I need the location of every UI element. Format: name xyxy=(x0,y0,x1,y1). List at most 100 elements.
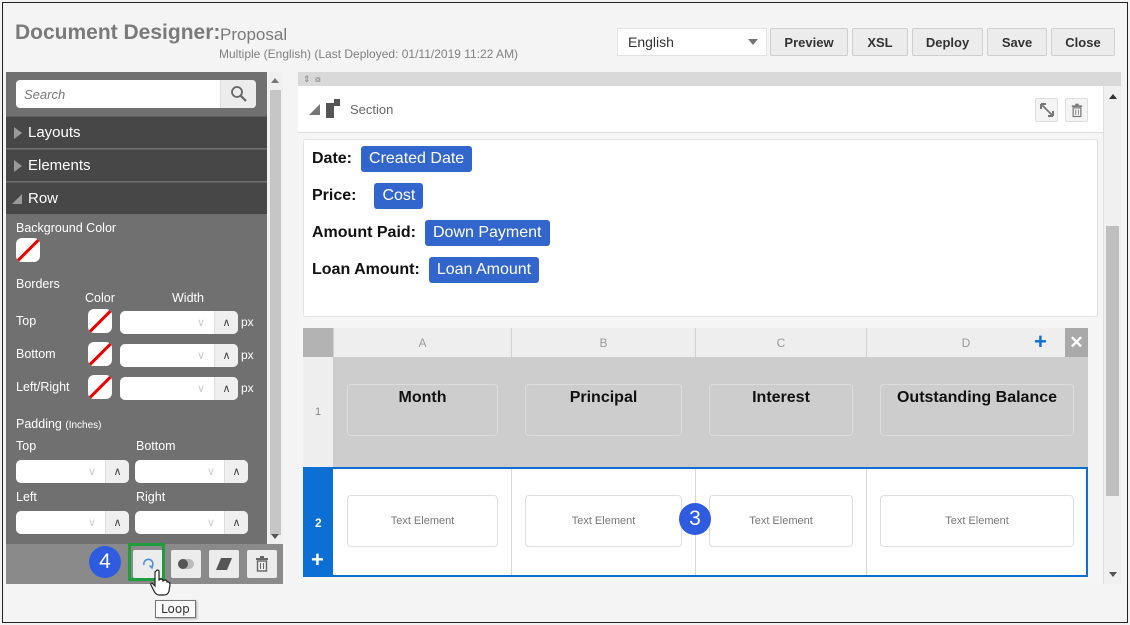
chevron-up-icon[interactable]: ∧ xyxy=(214,377,238,400)
padding-unit: (Inches) xyxy=(65,420,102,431)
deploy-status: Multiple (English) (Last Deployed: 01/11… xyxy=(219,47,519,61)
collapse-all-icon[interactable]: ⧇ xyxy=(315,73,321,85)
borders-label: Borders xyxy=(16,277,60,291)
column-header-b[interactable]: B xyxy=(511,328,695,357)
token-down-payment[interactable]: Down Payment xyxy=(425,220,550,246)
expand-collapse-icon[interactable]: ⇕ xyxy=(303,73,311,85)
chevron-up-icon[interactable]: ∧ xyxy=(105,460,129,483)
expand-icon xyxy=(1039,103,1054,117)
text-element[interactable]: Text Element xyxy=(525,495,682,547)
header-cell-principal[interactable]: Principal xyxy=(525,384,682,436)
table-corner[interactable] xyxy=(303,328,333,357)
app-window: Document Designer: Proposal Multiple (En… xyxy=(2,2,1128,623)
eraser-icon xyxy=(216,558,232,570)
callout-badge-3: 3 xyxy=(679,503,711,535)
delete-row-button[interactable] xyxy=(247,550,277,578)
border-bottom-width-stepper[interactable]: ∨ ∧ xyxy=(120,344,238,367)
text-element[interactable]: Text Element xyxy=(347,495,498,547)
add-column-icon[interactable]: + xyxy=(1034,331,1047,353)
accordion-layouts[interactable]: Layouts xyxy=(6,116,267,148)
background-color-swatch[interactable] xyxy=(16,238,40,262)
toggle-button[interactable] xyxy=(171,550,201,578)
chevron-up-icon[interactable]: ∧ xyxy=(214,344,238,367)
padding-top-label: Top xyxy=(16,439,37,453)
text-element[interactable]: Text Element xyxy=(709,495,853,547)
scroll-down-icon[interactable] xyxy=(1109,572,1117,577)
header-cell-outstanding-balance[interactable]: Outstanding Balance xyxy=(880,384,1074,436)
xsl-button[interactable]: XSL xyxy=(852,28,908,56)
section-label: Section xyxy=(350,102,394,117)
search-input[interactable] xyxy=(16,80,218,108)
border-bottom-color-swatch[interactable] xyxy=(88,342,112,366)
chevron-down-icon[interactable]: ∨ xyxy=(82,511,102,534)
padding-left-stepper[interactable]: ∨ ∧ xyxy=(16,511,129,534)
scroll-up-icon[interactable] xyxy=(1109,94,1117,99)
scroll-up-icon[interactable] xyxy=(271,78,279,83)
token-created-date[interactable]: Created Date xyxy=(361,146,473,172)
border-leftright-width-stepper[interactable]: ∨ ∧ xyxy=(120,377,238,400)
color-column-label: Color xyxy=(85,291,115,305)
sidebar-scrollbar[interactable] xyxy=(268,72,283,544)
expand-section-button[interactable] xyxy=(1035,98,1058,122)
chevron-down-icon xyxy=(748,39,758,45)
search-icon xyxy=(230,86,247,102)
chevron-down-icon[interactable]: ∨ xyxy=(201,511,221,534)
add-row-icon[interactable]: + xyxy=(311,549,324,571)
text-element[interactable]: Text Element xyxy=(880,495,1074,547)
trash-icon xyxy=(1071,103,1082,117)
row-number: 2 xyxy=(315,516,322,530)
row-header-1[interactable]: 1 xyxy=(303,357,333,467)
padding-bottom-stepper[interactable]: ∨ ∧ xyxy=(135,460,248,483)
chevron-up-icon[interactable]: ∧ xyxy=(224,511,248,534)
token-cost[interactable]: Cost xyxy=(374,183,424,209)
preview-button[interactable]: Preview xyxy=(770,28,848,56)
app-title: Document Designer: xyxy=(15,21,221,44)
collapse-triangle-icon[interactable] xyxy=(309,104,320,115)
row-header-2[interactable]: 2 + xyxy=(305,469,333,575)
chevron-up-icon[interactable]: ∧ xyxy=(224,460,248,483)
chevron-up-icon[interactable]: ∧ xyxy=(105,511,129,534)
border-top-width-stepper[interactable]: ∨ ∧ xyxy=(120,311,238,334)
close-button[interactable]: Close xyxy=(1051,28,1115,56)
table-grid: A B C D + ✕ 1 Month Principal Interest O… xyxy=(303,328,1088,577)
section-content: Date: Created Date Price: Cost Amount Pa… xyxy=(303,139,1098,317)
padding-top-stepper[interactable]: ∨ ∧ xyxy=(16,460,129,483)
delete-section-button[interactable] xyxy=(1065,98,1088,122)
accordion-label: Layouts xyxy=(28,124,81,141)
chevron-down-icon[interactable]: ∨ xyxy=(82,460,102,483)
save-button[interactable]: Save xyxy=(987,28,1047,56)
padding-right-label: Right xyxy=(136,490,166,504)
chevron-down-icon[interactable]: ∨ xyxy=(191,377,211,400)
scroll-down-icon[interactable] xyxy=(271,534,279,539)
unit-label: px xyxy=(241,348,254,362)
trash-icon xyxy=(256,556,268,572)
border-leftright-color-swatch[interactable] xyxy=(88,375,112,399)
chevron-down-icon[interactable]: ∨ xyxy=(191,344,211,367)
chevron-down-icon[interactable]: ∨ xyxy=(191,311,211,334)
accordion-elements[interactable]: Elements xyxy=(6,149,267,181)
search-button[interactable] xyxy=(220,80,256,108)
column-header-a[interactable]: A xyxy=(333,328,511,357)
background-color-label: Background Color xyxy=(16,221,117,235)
column-header-c[interactable]: C xyxy=(695,328,866,357)
accordion-row[interactable]: Row xyxy=(6,182,267,214)
header-cell-month[interactable]: Month xyxy=(347,384,498,436)
chevron-up-icon[interactable]: ∧ xyxy=(214,311,238,334)
section-header: Section xyxy=(298,86,1103,133)
language-select[interactable]: English xyxy=(617,28,767,56)
token-loan-amount[interactable]: Loan Amount xyxy=(428,257,540,283)
chevron-down-icon[interactable]: ∨ xyxy=(201,460,221,483)
header-cell-interest[interactable]: Interest xyxy=(709,384,853,436)
border-bottom-label: Bottom xyxy=(16,347,56,361)
field-label: Price: xyxy=(312,187,357,204)
language-value: English xyxy=(628,34,674,50)
delete-column-icon[interactable]: ✕ xyxy=(1065,328,1088,357)
eraser-button[interactable] xyxy=(209,550,239,578)
field-row-price: Price: Cost xyxy=(312,183,424,209)
padding-right-stepper[interactable]: ∨ ∧ xyxy=(135,511,248,534)
deploy-button[interactable]: Deploy xyxy=(912,28,983,56)
scrollbar-thumb[interactable] xyxy=(1106,226,1119,496)
canvas-scrollbar[interactable] xyxy=(1103,86,1121,584)
scrollbar-thumb[interactable] xyxy=(270,90,281,535)
border-top-color-swatch[interactable] xyxy=(88,309,112,333)
